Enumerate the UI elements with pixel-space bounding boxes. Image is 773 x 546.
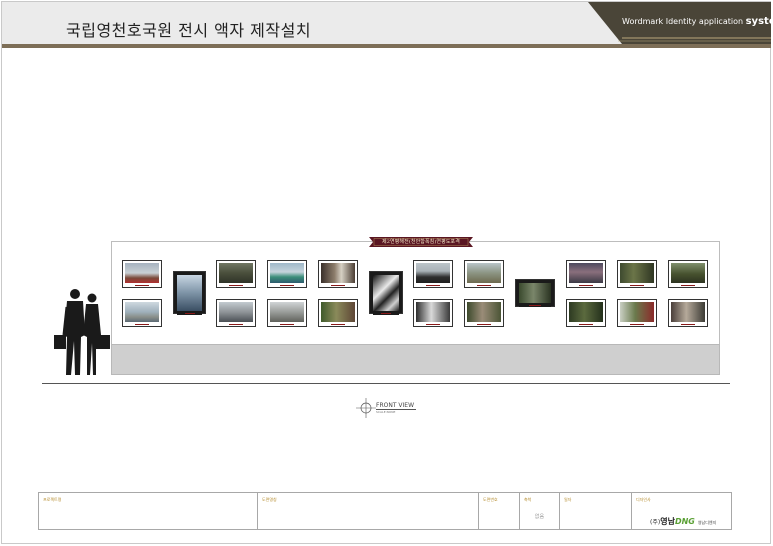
- photo-frame: [668, 299, 708, 327]
- photo-caption: [321, 322, 355, 326]
- photo-caption: [321, 283, 355, 287]
- photo-caption: [219, 283, 253, 287]
- photo-caption: [620, 283, 654, 287]
- photo-frame: [267, 299, 307, 327]
- logo-main: 영남: [660, 517, 675, 526]
- photo-caption: [467, 322, 501, 326]
- photo-caption: [219, 322, 253, 326]
- photo-frame: [122, 260, 162, 288]
- title-block-value: 없음: [534, 514, 545, 520]
- photo-frame: [413, 299, 453, 327]
- photo-frame: [617, 299, 657, 327]
- logo-sub: 영남디엔지: [697, 520, 717, 525]
- photo-caption: [569, 322, 603, 326]
- photo-frame-tall: [369, 271, 403, 315]
- brand-tagline-bold: system: [745, 16, 773, 27]
- photo-caption: [177, 311, 202, 315]
- photo-image: [270, 263, 304, 283]
- photo-caption: [416, 283, 450, 287]
- logo-dng: DNG: [674, 517, 695, 526]
- photo-frame: [464, 260, 504, 288]
- photo-frame: [566, 260, 606, 288]
- photo-frame: [617, 260, 657, 288]
- photo-frame: [318, 299, 358, 327]
- photo-caption: [125, 283, 159, 287]
- photo-caption: [416, 322, 450, 326]
- photo-caption: [125, 322, 159, 326]
- photo-image: [219, 263, 253, 283]
- photo-caption: [373, 311, 399, 315]
- title-block-label: 디자인사: [636, 497, 651, 502]
- photo-image: [373, 275, 399, 311]
- photo-image: [671, 263, 705, 283]
- photo-image: [219, 302, 253, 322]
- scale-label: SCALE:NONE: [376, 410, 396, 414]
- photo-caption: [671, 322, 705, 326]
- photo-caption: [467, 283, 501, 287]
- photo-frame: [515, 279, 555, 307]
- photo-image: [569, 263, 603, 283]
- scale-figures-silhouette: [54, 289, 110, 375]
- photo-image: [177, 275, 202, 311]
- title-block-label: 축척: [524, 497, 532, 502]
- photo-frame-tall: [173, 271, 206, 315]
- photo-image: [321, 263, 355, 283]
- photo-image: [569, 302, 603, 322]
- title-block-drawing-name: 도면명칭: [258, 493, 479, 529]
- photo-frame: [216, 260, 256, 288]
- brand-tagline: Wordmark Identity application system: [622, 16, 773, 27]
- title-block-label: 프로젝트명: [43, 497, 62, 502]
- photo-frame: [318, 260, 358, 288]
- photo-frame: [413, 260, 453, 288]
- photo-frame: [216, 299, 256, 327]
- photo-image: [270, 302, 304, 322]
- title-block-label: 도면명칭: [262, 497, 277, 502]
- title-block: 프로젝트명 도면명칭 도면번호 축척 없음 일자 디자인사: [38, 492, 732, 530]
- photo-image: [416, 263, 450, 283]
- photo-image: [125, 302, 159, 322]
- photo-frame: [668, 260, 708, 288]
- photo-frame: [566, 299, 606, 327]
- photo-caption: [519, 303, 551, 307]
- title-block-label: 일자: [564, 497, 572, 502]
- photo-frame: [267, 260, 307, 288]
- title-block-drawing-number: 도면번호: [479, 493, 520, 529]
- photo-image: [125, 263, 159, 283]
- photo-caption: [270, 322, 304, 326]
- photo-image: [671, 302, 705, 322]
- title-block-date: 일자: [560, 493, 632, 529]
- page-title: 국립영천호국원 전시 액자 제작설치: [66, 21, 312, 40]
- photo-caption: [270, 283, 304, 287]
- title-block-label: 도면번호: [483, 497, 498, 502]
- photo-frame: [464, 299, 504, 327]
- wall-title-text: 제2연평해전(천안함폭침)연평도포격: [382, 239, 460, 245]
- photo-image: [467, 302, 501, 322]
- photo-caption: [620, 322, 654, 326]
- brand-tagline-prefix: Wordmark Identity application: [622, 17, 746, 26]
- photo-image: [620, 302, 654, 322]
- logo-prefix: (주): [650, 519, 661, 526]
- floor-line: [42, 383, 730, 384]
- photo-image: [321, 302, 355, 322]
- photo-frame: [122, 299, 162, 327]
- photo-image: [519, 283, 551, 303]
- title-block-project: 프로젝트명: [39, 493, 258, 529]
- wall-base-plinth: [111, 344, 720, 375]
- front-view-label: FRONT VIEW: [376, 402, 415, 409]
- photo-image: [620, 263, 654, 283]
- photo-image: [467, 263, 501, 283]
- header-underline-bar: [2, 44, 771, 48]
- photo-caption: [671, 283, 705, 287]
- company-logo: (주)영남DNG 영남디엔지: [650, 509, 717, 526]
- photo-image: [416, 302, 450, 322]
- photo-caption: [569, 283, 603, 287]
- title-block-scale: 축척 없음: [520, 493, 560, 529]
